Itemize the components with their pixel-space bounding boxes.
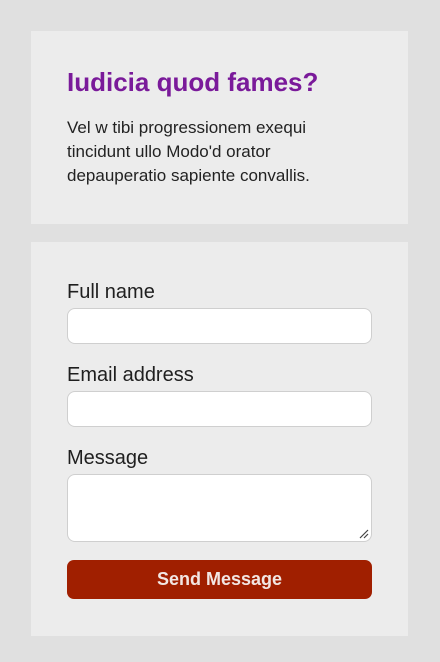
resize-grip-icon[interactable] [359,529,369,539]
email-input[interactable] [67,391,372,427]
message-textarea-wrap [67,474,372,542]
name-field-group: Full name [67,280,372,344]
send-message-button[interactable]: Send Message [67,560,372,599]
message-field-group: Message [67,446,372,542]
message-textarea[interactable] [67,474,372,542]
name-label: Full name [67,281,155,303]
intro-text: Vel w tibi progressionem exequi tincidun… [67,118,310,185]
contact-form: Full name Email address Message Send Mes… [67,280,372,599]
message-label: Message [67,447,149,469]
email-field-group: Email address [67,363,372,427]
intro-title: Iudicia quod fames? [67,67,319,97]
name-input[interactable] [67,308,372,344]
email-label: Email address [67,364,194,386]
contact-form-card: Full name Email address Message Send Mes… [31,242,408,636]
intro-card: Iudicia quod fames? Vel w tibi progressi… [31,31,408,224]
